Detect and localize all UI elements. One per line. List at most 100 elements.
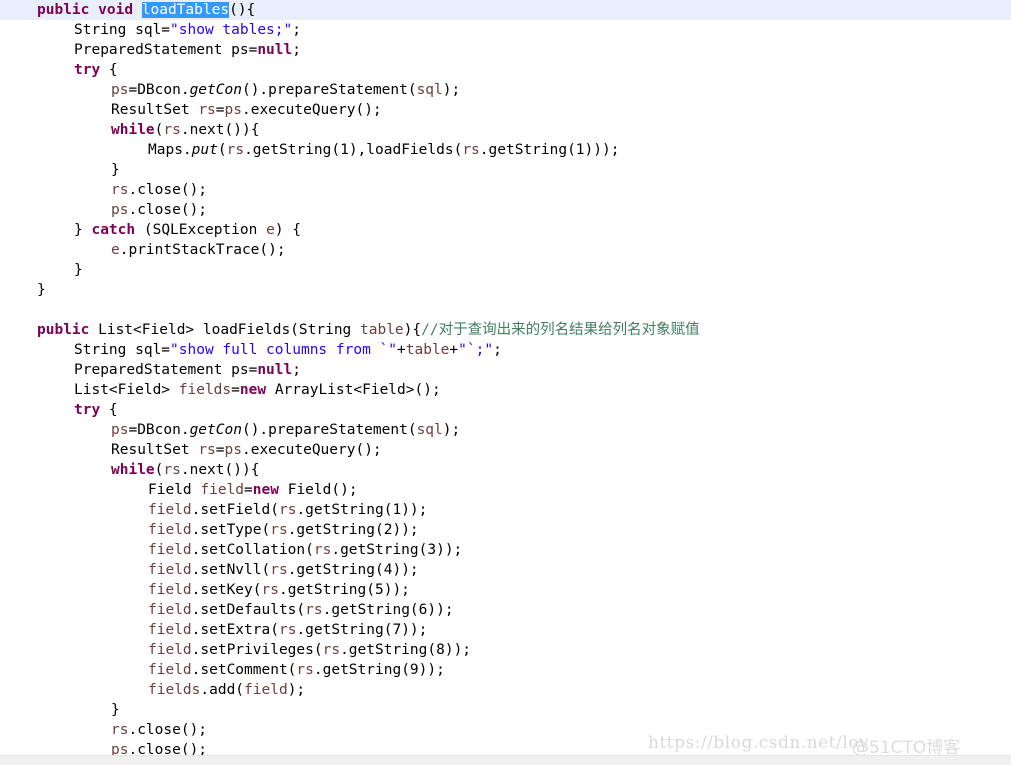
code-line[interactable]: field.setComment(rs.getString(9)); bbox=[0, 660, 1011, 680]
code-token: "`;" bbox=[458, 342, 494, 358]
code-line[interactable]: } bbox=[0, 160, 1011, 180]
code-token: ; bbox=[493, 342, 502, 358]
code-token: .getString(7)); bbox=[296, 622, 428, 638]
code-token: .getString(5)); bbox=[278, 582, 410, 598]
code-text-area[interactable]: public void loadTables(){String sql="sho… bbox=[0, 0, 1011, 755]
code-token: sql bbox=[416, 422, 443, 438]
code-line[interactable]: } bbox=[0, 260, 1011, 280]
code-line[interactable]: ps=DBcon.getCon().prepareStatement(sql); bbox=[0, 80, 1011, 100]
code-line[interactable]: field.setPrivileges(rs.getString(8)); bbox=[0, 640, 1011, 660]
code-token: } bbox=[111, 702, 120, 718]
code-line[interactable]: ResultSet rs=ps.executeQuery(); bbox=[0, 100, 1011, 120]
code-line[interactable]: while(rs.next()){ bbox=[0, 120, 1011, 140]
code-line[interactable]: field.setCollation(rs.getString(3)); bbox=[0, 540, 1011, 560]
code-line[interactable]: List<Field> fields=new ArrayList<Field>(… bbox=[0, 380, 1011, 400]
horizontal-scrollbar[interactable] bbox=[0, 755, 1011, 765]
code-line[interactable]: public void loadTables(){ bbox=[0, 0, 1011, 20]
code-token: rs bbox=[278, 502, 297, 518]
code-token: rs bbox=[305, 602, 323, 618]
code-line[interactable]: } bbox=[0, 700, 1011, 720]
code-line[interactable]: public List<Field> loadFields(String tab… bbox=[0, 320, 1011, 340]
code-line[interactable]: field.setField(rs.getString(1)); bbox=[0, 500, 1011, 520]
code-token: ); bbox=[442, 422, 461, 438]
code-token: .getString(1),loadFields( bbox=[244, 142, 463, 158]
code-token: + bbox=[397, 342, 406, 358]
code-token: field bbox=[148, 522, 192, 538]
code-token: rs bbox=[278, 622, 297, 638]
code-token: .getString(3)); bbox=[331, 542, 463, 558]
code-token: .getString(1))); bbox=[479, 142, 620, 158]
code-token: .setPrivileges( bbox=[191, 642, 323, 658]
code-token: .getString(6)); bbox=[322, 602, 454, 618]
code-token: catch bbox=[91, 222, 136, 238]
code-line[interactable]: while(rs.next()){ bbox=[0, 460, 1011, 480]
code-token: { bbox=[100, 402, 118, 418]
code-token: fields bbox=[148, 682, 201, 698]
code-token: try bbox=[74, 62, 101, 78]
code-token: .close(); bbox=[128, 182, 208, 198]
code-line[interactable]: ps=DBcon.getCon().prepareStatement(sql); bbox=[0, 420, 1011, 440]
code-token: ; bbox=[292, 22, 301, 38]
code-line[interactable]: Maps.put(rs.getString(1),loadFields(rs.g… bbox=[0, 140, 1011, 160]
code-line[interactable]: field.setExtra(rs.getString(7)); bbox=[0, 620, 1011, 640]
code-token: table bbox=[405, 342, 450, 358]
code-token: getCon bbox=[189, 82, 242, 98]
code-token: .getString(9)); bbox=[313, 662, 445, 678]
code-token: PreparedStatement ps= bbox=[74, 42, 258, 58]
code-token: (){ bbox=[229, 2, 256, 18]
code-token: try bbox=[74, 402, 101, 418]
code-line[interactable]: } catch (SQLException e) { bbox=[0, 220, 1011, 240]
code-line[interactable]: e.printStackTrace(); bbox=[0, 240, 1011, 260]
code-token: field bbox=[148, 562, 192, 578]
code-token: String sql= bbox=[74, 22, 171, 38]
code-token: "show tables;" bbox=[170, 22, 293, 38]
code-token: //对于查询出来的列名结果给列名对象赋值 bbox=[421, 322, 700, 338]
code-token: ps bbox=[224, 102, 242, 118]
code-line[interactable] bbox=[0, 300, 1011, 320]
code-token: rs bbox=[261, 582, 279, 598]
code-line[interactable]: try { bbox=[0, 60, 1011, 80]
code-line[interactable]: } bbox=[0, 280, 1011, 300]
code-token: field bbox=[148, 642, 192, 658]
code-token: ) { bbox=[274, 222, 302, 238]
code-token: ps bbox=[111, 742, 129, 755]
code-token: =DBcon. bbox=[128, 82, 190, 98]
code-token: = bbox=[215, 102, 225, 118]
code-token: ); bbox=[442, 82, 461, 98]
code-token: =DBcon. bbox=[128, 422, 190, 438]
code-line[interactable]: rs.close(); bbox=[0, 180, 1011, 200]
code-line[interactable]: rs.close(); bbox=[0, 720, 1011, 740]
code-token: .setComment( bbox=[191, 662, 297, 678]
code-token: .getString(4)); bbox=[287, 562, 419, 578]
code-line[interactable]: field.setKey(rs.getString(5)); bbox=[0, 580, 1011, 600]
code-line[interactable]: String sql="show tables;"; bbox=[0, 20, 1011, 40]
code-token: List<Field> loadFields(String bbox=[89, 322, 361, 338]
code-token: ; bbox=[292, 42, 301, 58]
code-token: .close(); bbox=[128, 722, 208, 738]
code-token: null bbox=[257, 362, 293, 378]
code-line[interactable]: ResultSet rs=ps.executeQuery(); bbox=[0, 440, 1011, 460]
code-line[interactable]: ps.close(); bbox=[0, 200, 1011, 220]
code-line[interactable]: Field field=new Field(); bbox=[0, 480, 1011, 500]
code-line[interactable]: ps.close(); bbox=[0, 740, 1011, 755]
code-token: = bbox=[231, 382, 240, 398]
code-line[interactable]: field.setDefaults(rs.getString(6)); bbox=[0, 600, 1011, 620]
code-line[interactable]: String sql="show full columns from `"+ta… bbox=[0, 340, 1011, 360]
code-token: public bbox=[37, 322, 90, 338]
code-token: ; bbox=[292, 362, 301, 378]
code-line[interactable]: PreparedStatement ps=null; bbox=[0, 40, 1011, 60]
code-line[interactable]: try { bbox=[0, 400, 1011, 420]
code-token: Field(); bbox=[278, 482, 358, 498]
code-line[interactable]: field.setType(rs.getString(2)); bbox=[0, 520, 1011, 540]
code-token: .setNvll( bbox=[191, 562, 271, 578]
code-token: .printStackTrace(); bbox=[119, 242, 286, 258]
code-line[interactable]: fields.add(field); bbox=[0, 680, 1011, 700]
code-line[interactable]: PreparedStatement ps=null; bbox=[0, 360, 1011, 380]
code-editor[interactable]: public void loadTables(){String sql="sho… bbox=[0, 0, 1011, 765]
code-line[interactable]: field.setNvll(rs.getString(4)); bbox=[0, 560, 1011, 580]
code-token: e bbox=[111, 242, 120, 258]
code-token: { bbox=[100, 62, 118, 78]
code-token: ().prepareStatement( bbox=[241, 422, 417, 438]
code-token: field bbox=[148, 662, 192, 678]
